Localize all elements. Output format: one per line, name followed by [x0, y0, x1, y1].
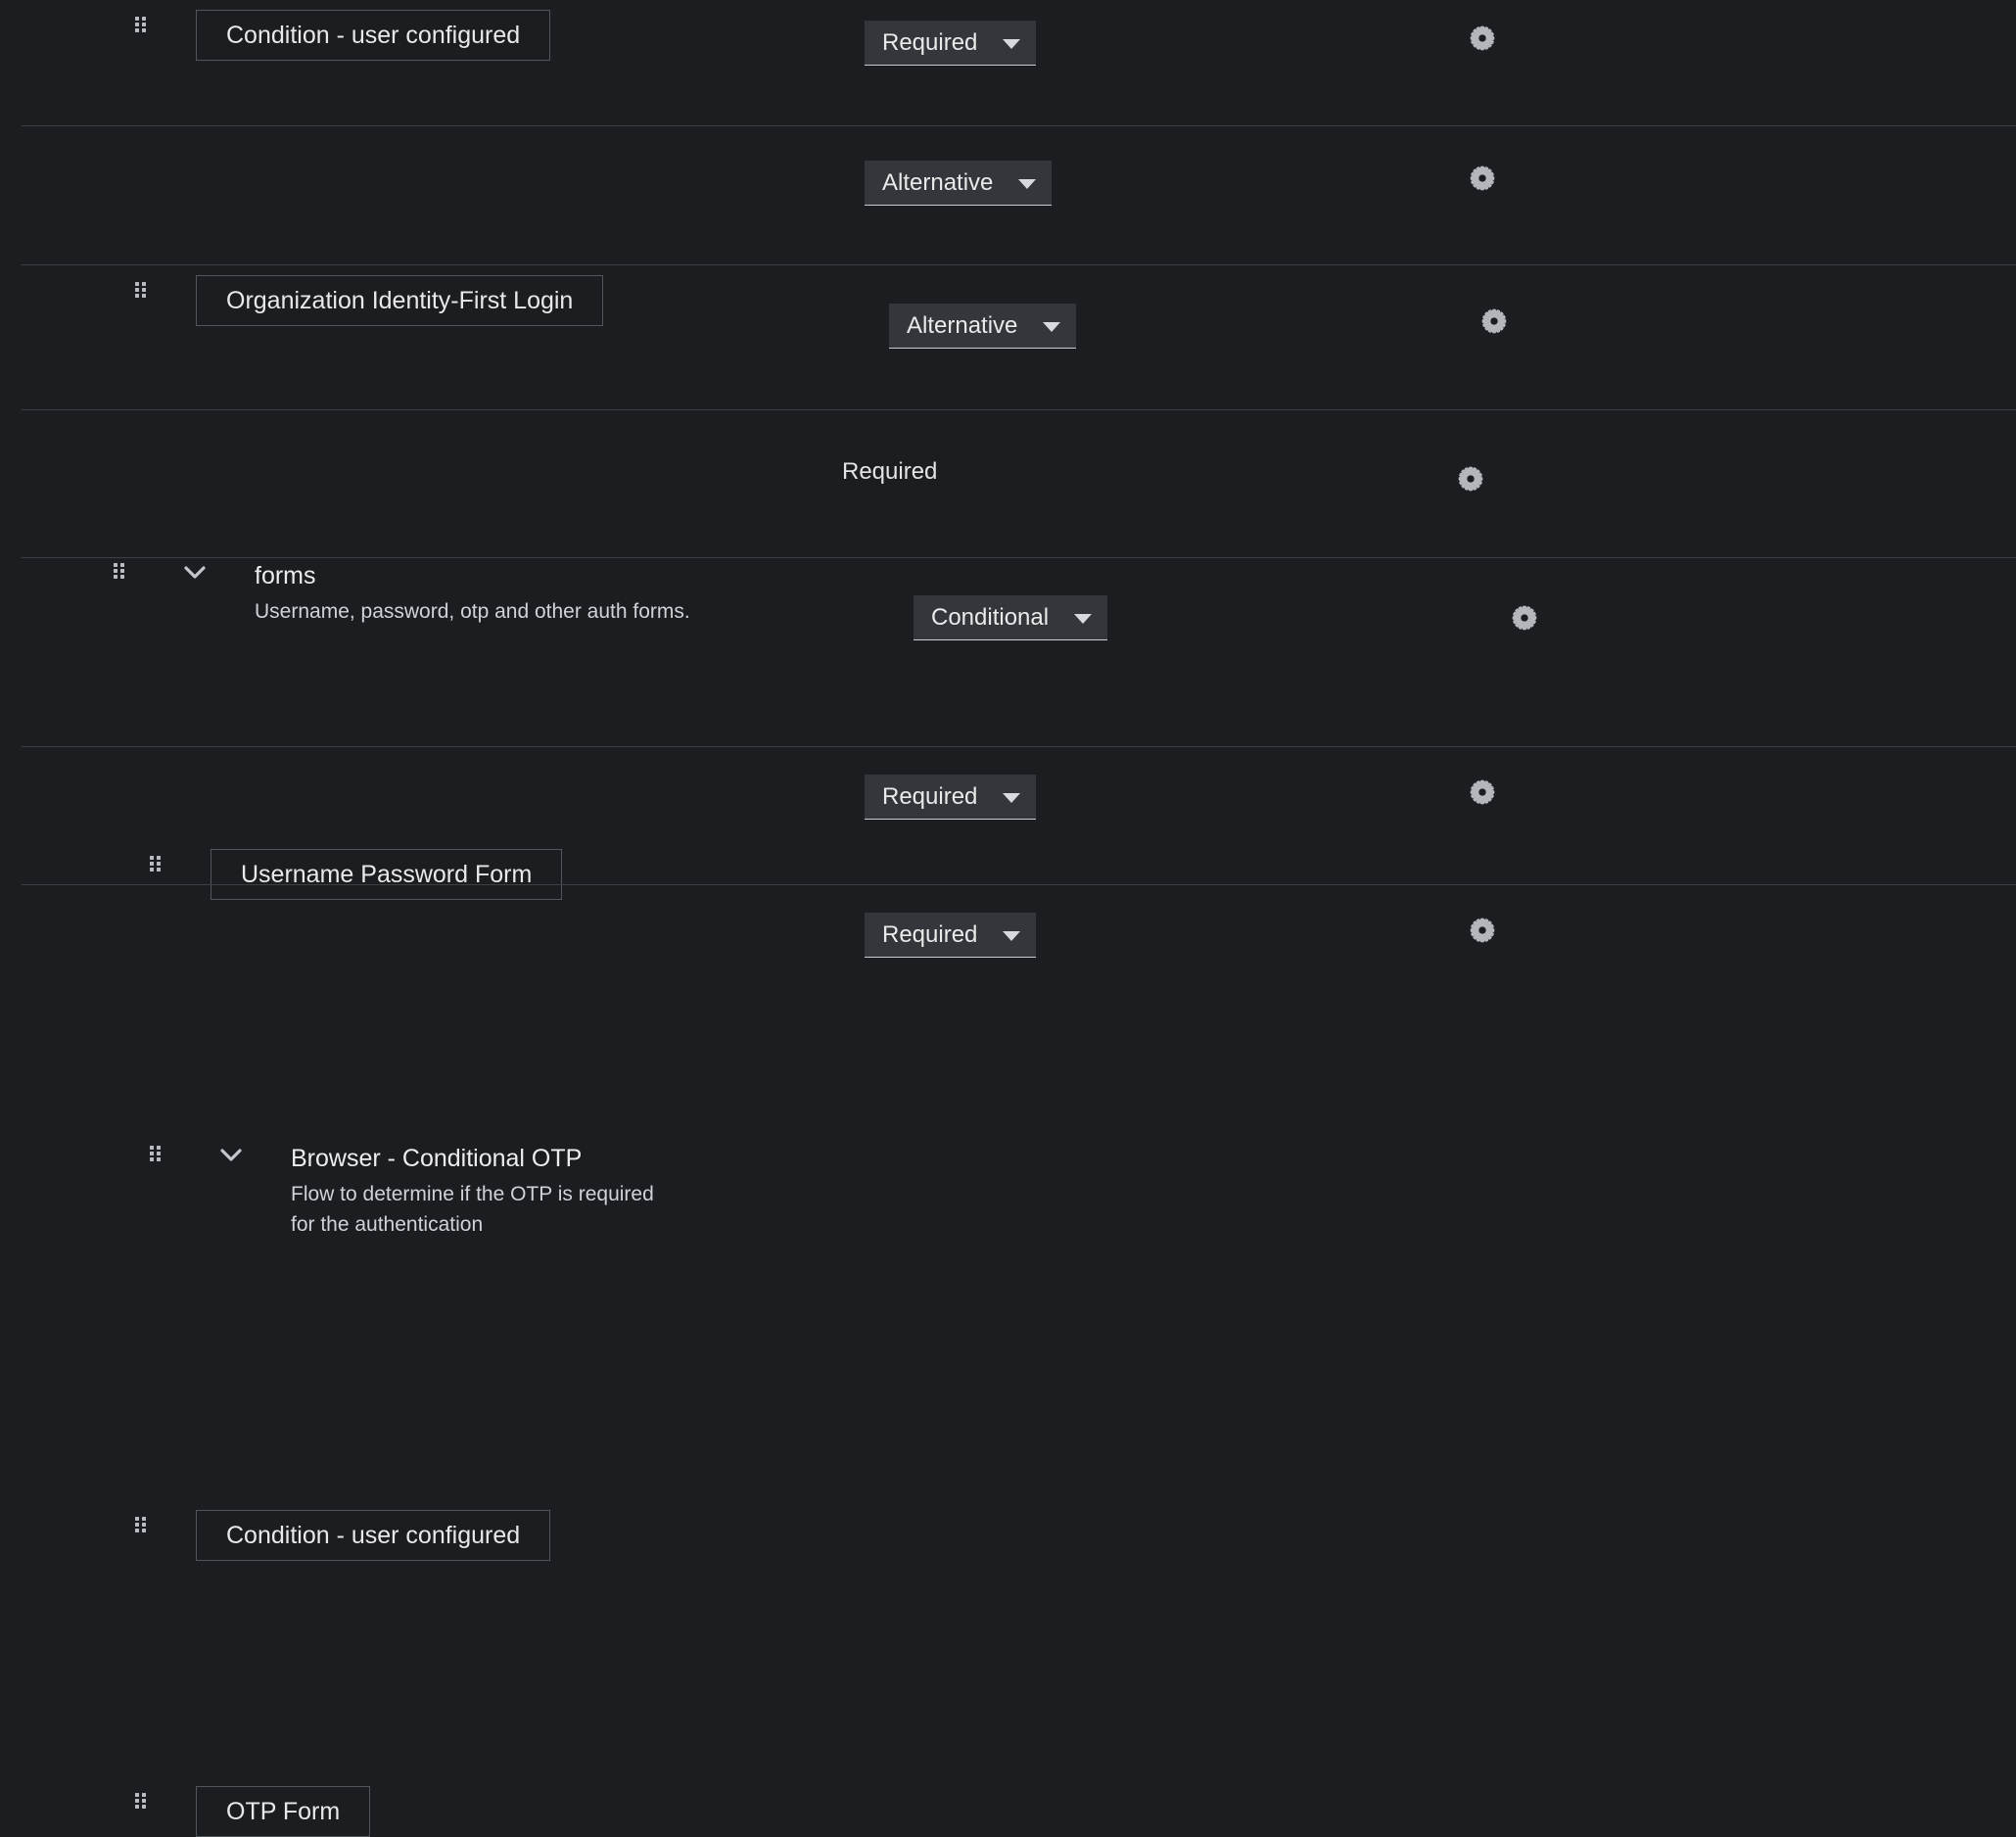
requirement-value: Alternative — [882, 168, 994, 196]
drag-handle-icon[interactable] — [131, 1792, 149, 1813]
flow-row: forms Username, password, otp and other a… — [22, 264, 2016, 623]
caret-down-icon — [1003, 921, 1021, 949]
execution-name-label: Condition - user configured — [226, 21, 521, 49]
requirement-value: Required — [882, 920, 978, 948]
requirement-cell: Alternative — [865, 161, 1053, 206]
requirement-select[interactable]: Alternative — [889, 304, 1077, 349]
caret-down-icon — [1003, 783, 1021, 811]
requirement-cell: Required — [865, 913, 1037, 958]
drag-handle-icon[interactable] — [131, 16, 149, 37]
row-left-cluster: Condition - user configured — [22, 0, 551, 61]
flow-row: OTP Form Required — [22, 884, 2016, 1837]
flow-row: Organization Identity-First Login Alterna… — [22, 125, 2016, 326]
requirement-cell: Required — [865, 775, 1037, 820]
requirement-value: Required — [882, 28, 978, 56]
requirement-select[interactable]: Required — [865, 775, 1037, 820]
flow-row: Condition - user configured Required — [22, 0, 2016, 125]
caret-down-icon — [1074, 604, 1093, 632]
requirement-select[interactable]: Alternative — [865, 161, 1053, 206]
flow-row: Condition - user configured Required — [22, 746, 2016, 1561]
requirement-select[interactable]: Required — [865, 21, 1037, 66]
requirement-select[interactable]: Required — [865, 913, 1037, 958]
requirement-static-label: Required — [842, 458, 938, 485]
requirement-select[interactable]: Conditional — [914, 595, 1108, 640]
execution-name-box[interactable]: Condition - user configured — [196, 10, 551, 61]
requirement-cell: Conditional — [914, 595, 1108, 640]
requirement-value: Required — [882, 782, 978, 810]
requirement-value: Conditional — [931, 603, 1050, 631]
execution-name-label: OTP Form — [226, 1797, 341, 1825]
gear-icon[interactable] — [1508, 601, 1541, 635]
requirement-cell: Required — [865, 21, 1037, 66]
flow-row: Username Password Form Required — [22, 409, 2016, 900]
gear-icon[interactable] — [1454, 462, 1487, 495]
gear-icon[interactable] — [1466, 914, 1499, 947]
caret-down-icon — [1043, 312, 1061, 340]
authentication-flow-list: Condition - user configured Required Organ… — [0, 0, 2016, 1837]
gear-icon[interactable] — [1477, 305, 1511, 338]
requirement-cell: Required — [842, 458, 937, 486]
requirement-value: Alternative — [907, 311, 1018, 339]
caret-down-icon — [1018, 169, 1037, 197]
caret-down-icon — [1003, 29, 1021, 57]
flow-row: Browser - Conditional OTP Flow to determi… — [22, 557, 2016, 1236]
gear-icon[interactable] — [1466, 22, 1499, 55]
requirement-cell: Alternative — [889, 304, 1077, 349]
row-left-cluster: OTP Form — [22, 885, 371, 1837]
execution-name-box[interactable]: OTP Form — [196, 1786, 371, 1837]
gear-icon[interactable] — [1466, 162, 1499, 195]
gear-icon[interactable] — [1466, 776, 1499, 809]
